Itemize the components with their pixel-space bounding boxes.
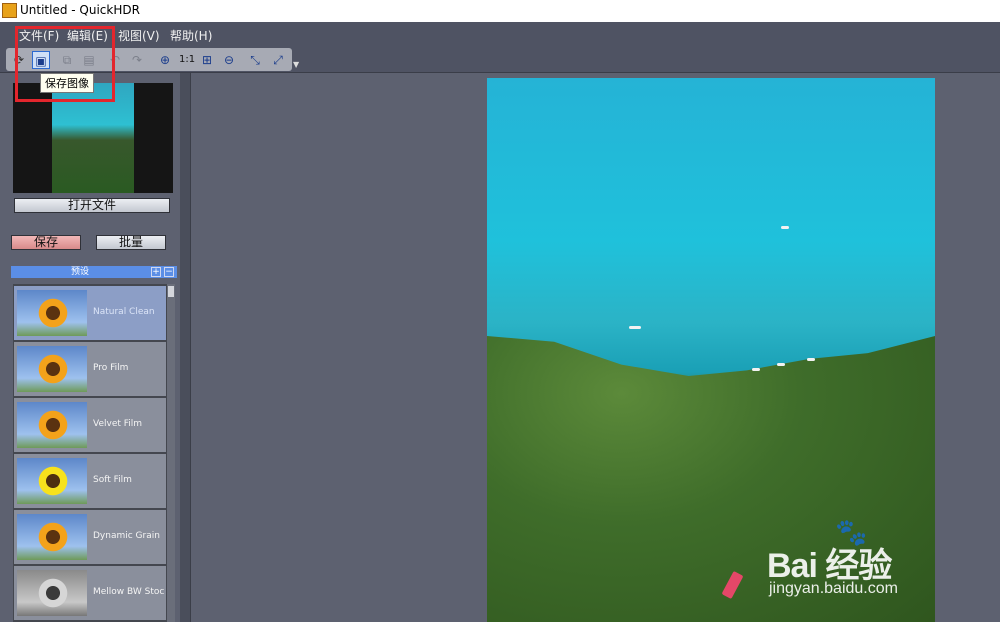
preset-label: Pro Film (93, 363, 129, 373)
preset-list: Natural Clean Pro Film Velvet Film Soft … (13, 284, 167, 622)
flip-icon[interactable]: ⤢ (269, 51, 287, 69)
window-title: Untitled - QuickHDR (20, 3, 140, 17)
preset-label: Mellow BW Stoc (93, 587, 165, 597)
scroll-thumb[interactable] (168, 286, 174, 297)
preset-label: Natural Clean (93, 307, 155, 317)
preset-mellow-bw[interactable]: Mellow BW Stoc (14, 566, 166, 620)
sunflower-icon (37, 409, 69, 441)
preset-soft-film[interactable]: Soft Film (14, 454, 166, 508)
zoom-out-icon[interactable]: ⊖ (220, 51, 238, 69)
sunflower-icon (37, 577, 69, 609)
preset-pro-film[interactable]: Pro Film (14, 342, 166, 396)
boat (629, 326, 641, 329)
save-button[interactable]: 保存 (11, 235, 81, 250)
redo-icon[interactable]: ↷ (128, 51, 146, 69)
preset-natural-clean[interactable]: Natural Clean (14, 286, 166, 340)
preset-scrollbar[interactable] (167, 284, 175, 622)
preset-thumbnail (17, 458, 87, 504)
title-bar: Untitled - QuickHDR (0, 0, 1000, 22)
presets-header: 预设 + − (11, 266, 177, 278)
preset-dynamic-grain[interactable]: Dynamic Grain (14, 510, 166, 564)
zoom-1to1-button[interactable]: 1:1 (179, 54, 195, 65)
preset-thumbnail (17, 346, 87, 392)
boat (807, 358, 815, 361)
app-icon (2, 3, 17, 18)
preset-velvet-film[interactable]: Velvet Film (14, 398, 166, 452)
highlight-box (15, 26, 115, 102)
panel-splitter[interactable] (180, 73, 191, 622)
fit-icon[interactable]: ⊞ (198, 51, 216, 69)
menu-bar: 文件(F) 编辑(E) 视图(V) 帮助(H) (0, 22, 1000, 45)
zoom-in-icon[interactable]: ⊕ (156, 51, 174, 69)
preset-label: Dynamic Grain (93, 531, 160, 541)
sunflower-icon (37, 521, 69, 553)
rotate-icon[interactable]: ⤡ (246, 51, 264, 69)
add-preset-icon[interactable]: + (151, 267, 161, 277)
preset-thumbnail (17, 570, 87, 616)
menu-view[interactable]: 视图(V) (118, 27, 160, 44)
presets-title: 预设 (71, 267, 90, 277)
preset-label: Soft Film (93, 475, 132, 485)
watermark-sub: jingyan.baidu.com (769, 580, 898, 597)
preset-thumbnail (17, 514, 87, 560)
preset-thumbnail (17, 290, 87, 336)
watermark: 🐾 Bai 经验 jingyan.baidu.com (765, 518, 955, 600)
boat (781, 226, 789, 229)
sunflower-icon (37, 353, 69, 385)
boat (777, 363, 785, 366)
toolbar-overflow-icon[interactable]: ▼ (293, 60, 299, 69)
preset-label: Velvet Film (93, 419, 143, 429)
sunflower-icon (37, 465, 69, 497)
open-file-button[interactable]: 打开文件 (14, 198, 170, 213)
boat (752, 368, 760, 371)
batch-button[interactable]: 批量 (96, 235, 166, 250)
toolbar-area: ⟳ ▣ ⧉ ▤ ↶ ↷ ⊕ 1:1 ⊞ ⊖ ⤡ ⤢ ▼ (0, 45, 1000, 73)
menu-help[interactable]: 帮助(H) (170, 27, 212, 44)
remove-preset-icon[interactable]: − (164, 267, 174, 277)
sunflower-icon (37, 297, 69, 329)
preset-thumbnail (17, 402, 87, 448)
